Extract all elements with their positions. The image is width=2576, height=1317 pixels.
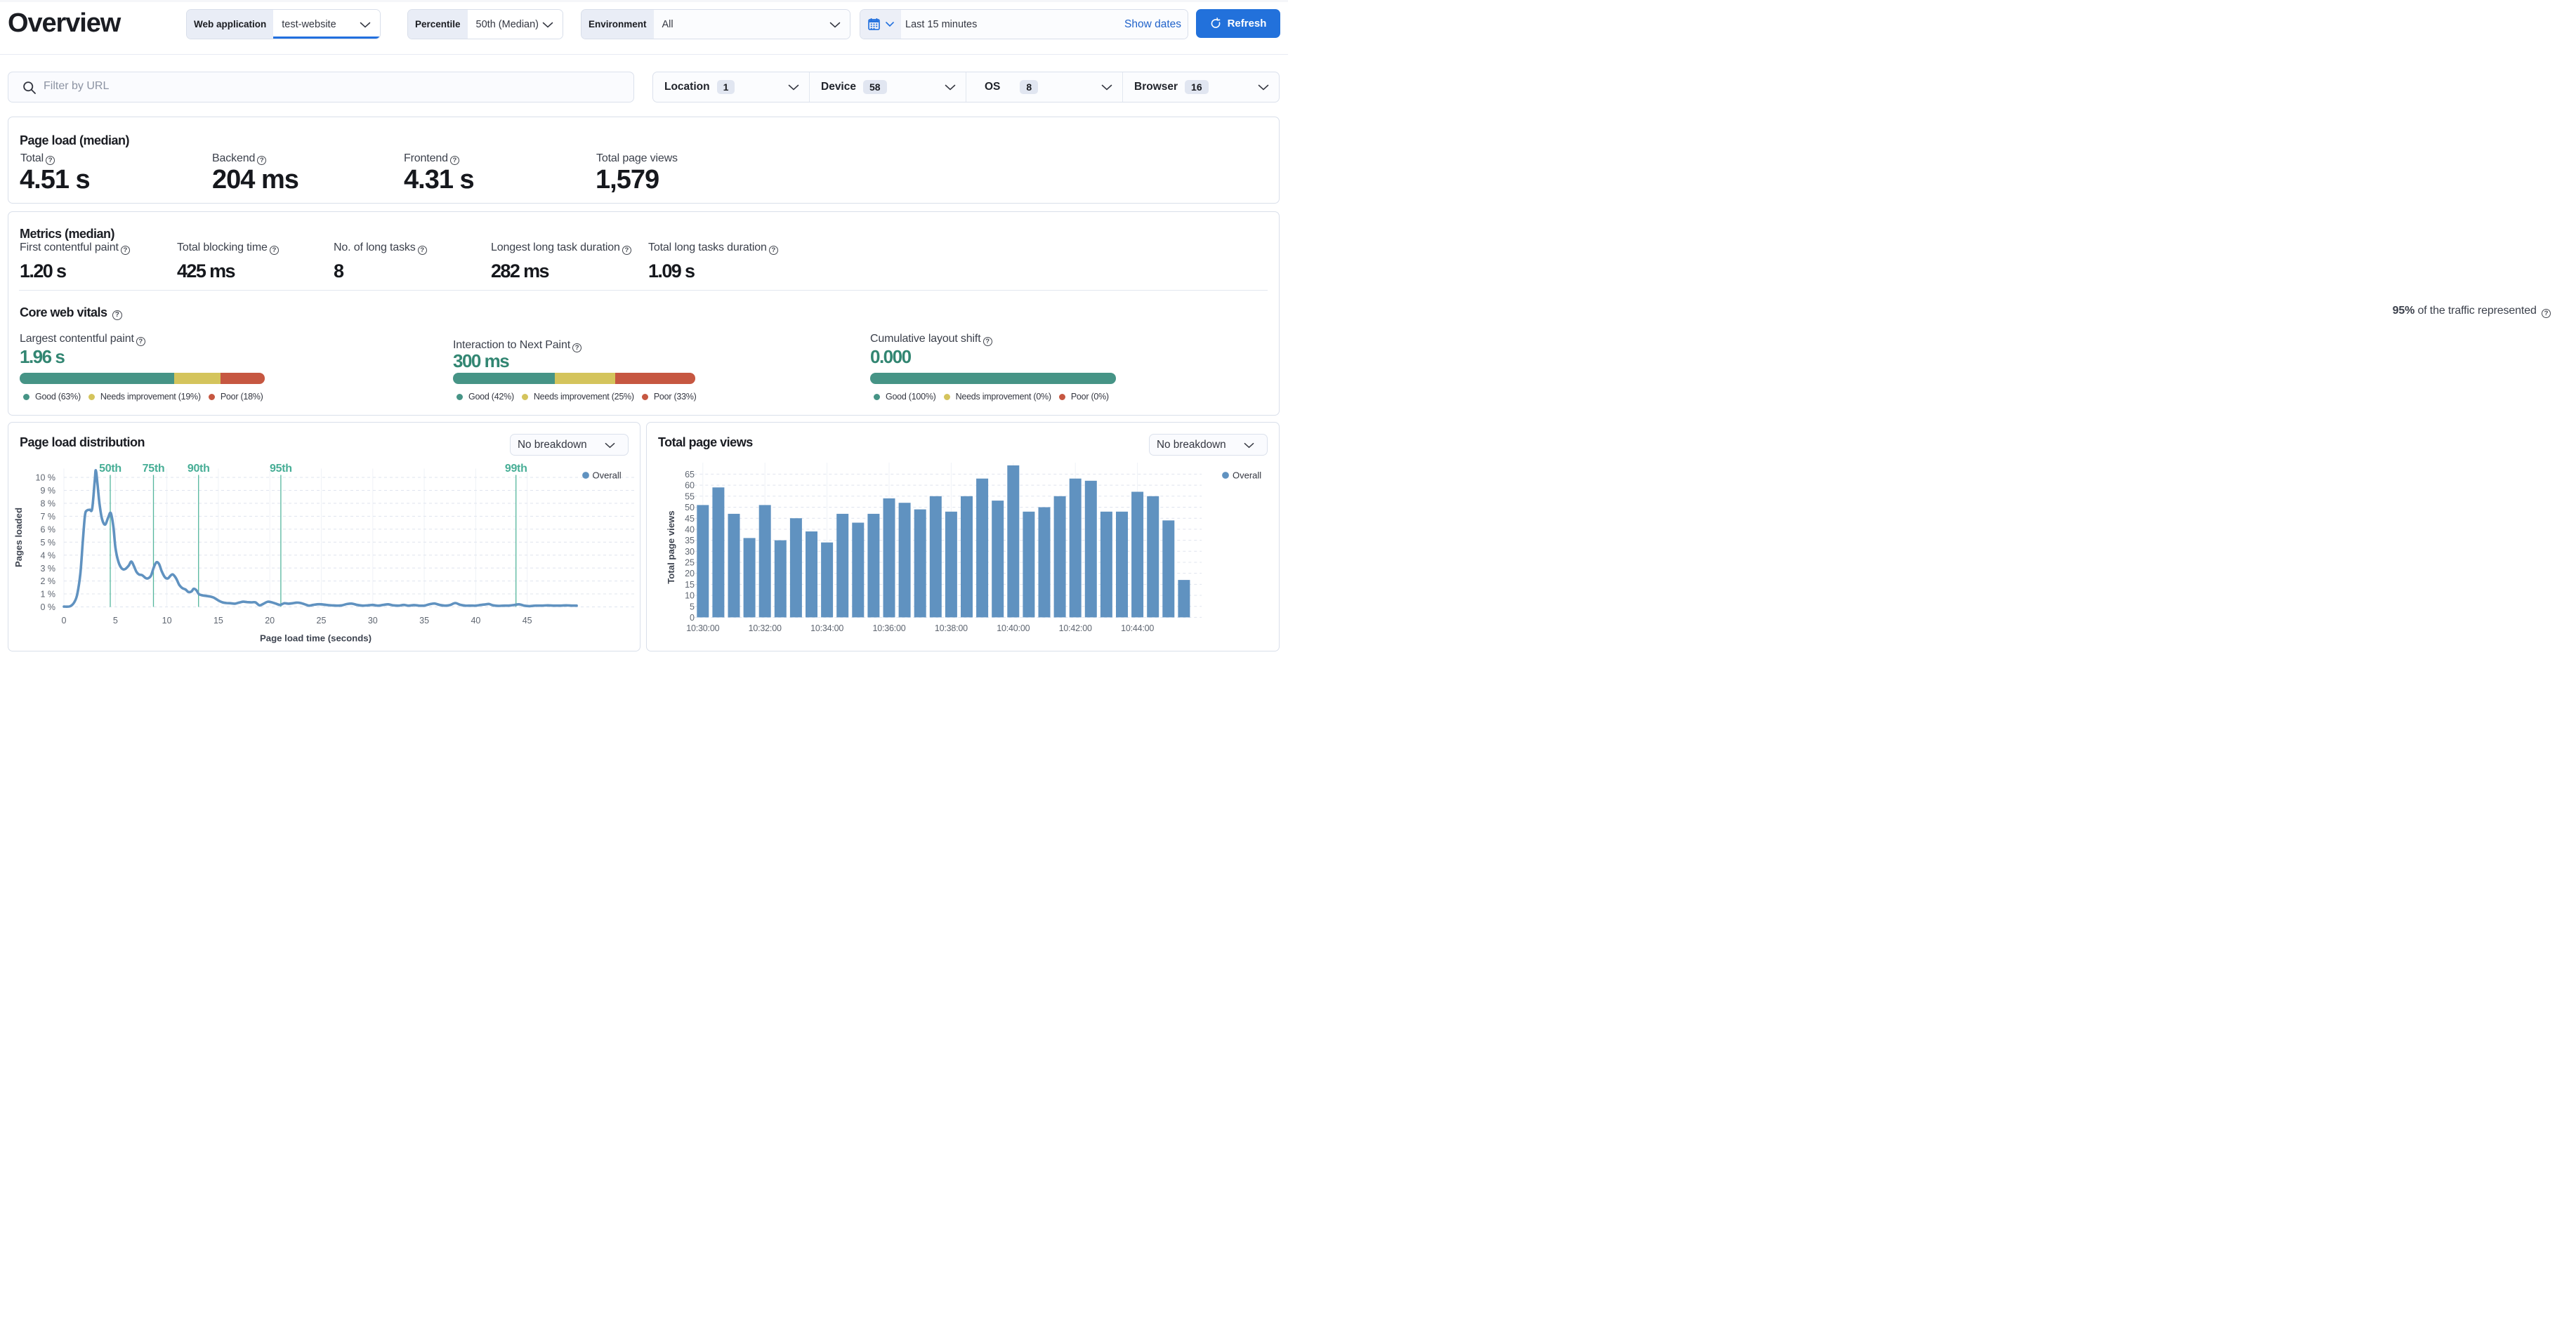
svg-text:45: 45 bbox=[685, 514, 695, 524]
svg-text:5 %: 5 % bbox=[40, 538, 55, 548]
svg-text:99th: 99th bbox=[505, 463, 527, 475]
svg-text:10:40:00: 10:40:00 bbox=[997, 623, 1030, 633]
svg-text:45: 45 bbox=[523, 616, 532, 626]
svg-text:75th: 75th bbox=[143, 463, 165, 475]
svg-text:50: 50 bbox=[685, 503, 695, 512]
svg-text:15: 15 bbox=[213, 616, 223, 626]
svg-text:Overall: Overall bbox=[1233, 470, 1261, 481]
svg-text:7 %: 7 % bbox=[40, 512, 55, 522]
svg-text:95th: 95th bbox=[270, 463, 292, 475]
svg-text:25: 25 bbox=[685, 558, 695, 568]
svg-text:5: 5 bbox=[690, 602, 695, 611]
svg-text:0: 0 bbox=[690, 613, 695, 623]
svg-text:8 %: 8 % bbox=[40, 499, 55, 509]
svg-text:10:32:00: 10:32:00 bbox=[749, 623, 782, 633]
svg-text:9 %: 9 % bbox=[40, 486, 55, 496]
svg-text:30: 30 bbox=[368, 616, 378, 626]
svg-text:55: 55 bbox=[685, 491, 695, 501]
svg-text:20: 20 bbox=[685, 569, 695, 578]
svg-text:Pages loaded: Pages loaded bbox=[13, 508, 24, 567]
svg-text:10: 10 bbox=[685, 591, 695, 601]
svg-text:10:34:00: 10:34:00 bbox=[810, 623, 843, 633]
svg-text:40: 40 bbox=[471, 616, 480, 626]
svg-text:6 %: 6 % bbox=[40, 524, 55, 534]
svg-text:50th: 50th bbox=[99, 463, 121, 475]
svg-text:Page load time (seconds): Page load time (seconds) bbox=[260, 633, 372, 643]
svg-text:35: 35 bbox=[685, 536, 695, 545]
svg-text:5: 5 bbox=[113, 616, 118, 626]
svg-text:65: 65 bbox=[685, 470, 695, 479]
svg-text:10 %: 10 % bbox=[36, 473, 56, 483]
svg-text:10:30:00: 10:30:00 bbox=[686, 623, 719, 633]
svg-text:15: 15 bbox=[685, 580, 695, 590]
svg-text:10:44:00: 10:44:00 bbox=[1121, 623, 1154, 633]
svg-text:25: 25 bbox=[317, 616, 327, 626]
svg-text:10:42:00: 10:42:00 bbox=[1059, 623, 1092, 633]
svg-text:40: 40 bbox=[685, 524, 695, 534]
svg-text:20: 20 bbox=[265, 616, 275, 626]
svg-text:35: 35 bbox=[419, 616, 429, 626]
svg-text:10:38:00: 10:38:00 bbox=[935, 623, 968, 633]
svg-text:30: 30 bbox=[685, 547, 695, 557]
svg-text:10: 10 bbox=[162, 616, 172, 626]
svg-text:3 %: 3 % bbox=[40, 564, 55, 574]
svg-text:0: 0 bbox=[62, 616, 67, 626]
svg-text:60: 60 bbox=[685, 481, 695, 491]
svg-text:90th: 90th bbox=[188, 463, 210, 475]
svg-text:2 %: 2 % bbox=[40, 576, 55, 586]
svg-text:Total page views: Total page views bbox=[666, 510, 676, 584]
svg-text:Overall: Overall bbox=[593, 470, 622, 481]
svg-text:1 %: 1 % bbox=[40, 590, 55, 600]
svg-text:0 %: 0 % bbox=[40, 602, 55, 612]
svg-text:10:36:00: 10:36:00 bbox=[872, 623, 905, 633]
svg-text:4 %: 4 % bbox=[40, 550, 55, 560]
